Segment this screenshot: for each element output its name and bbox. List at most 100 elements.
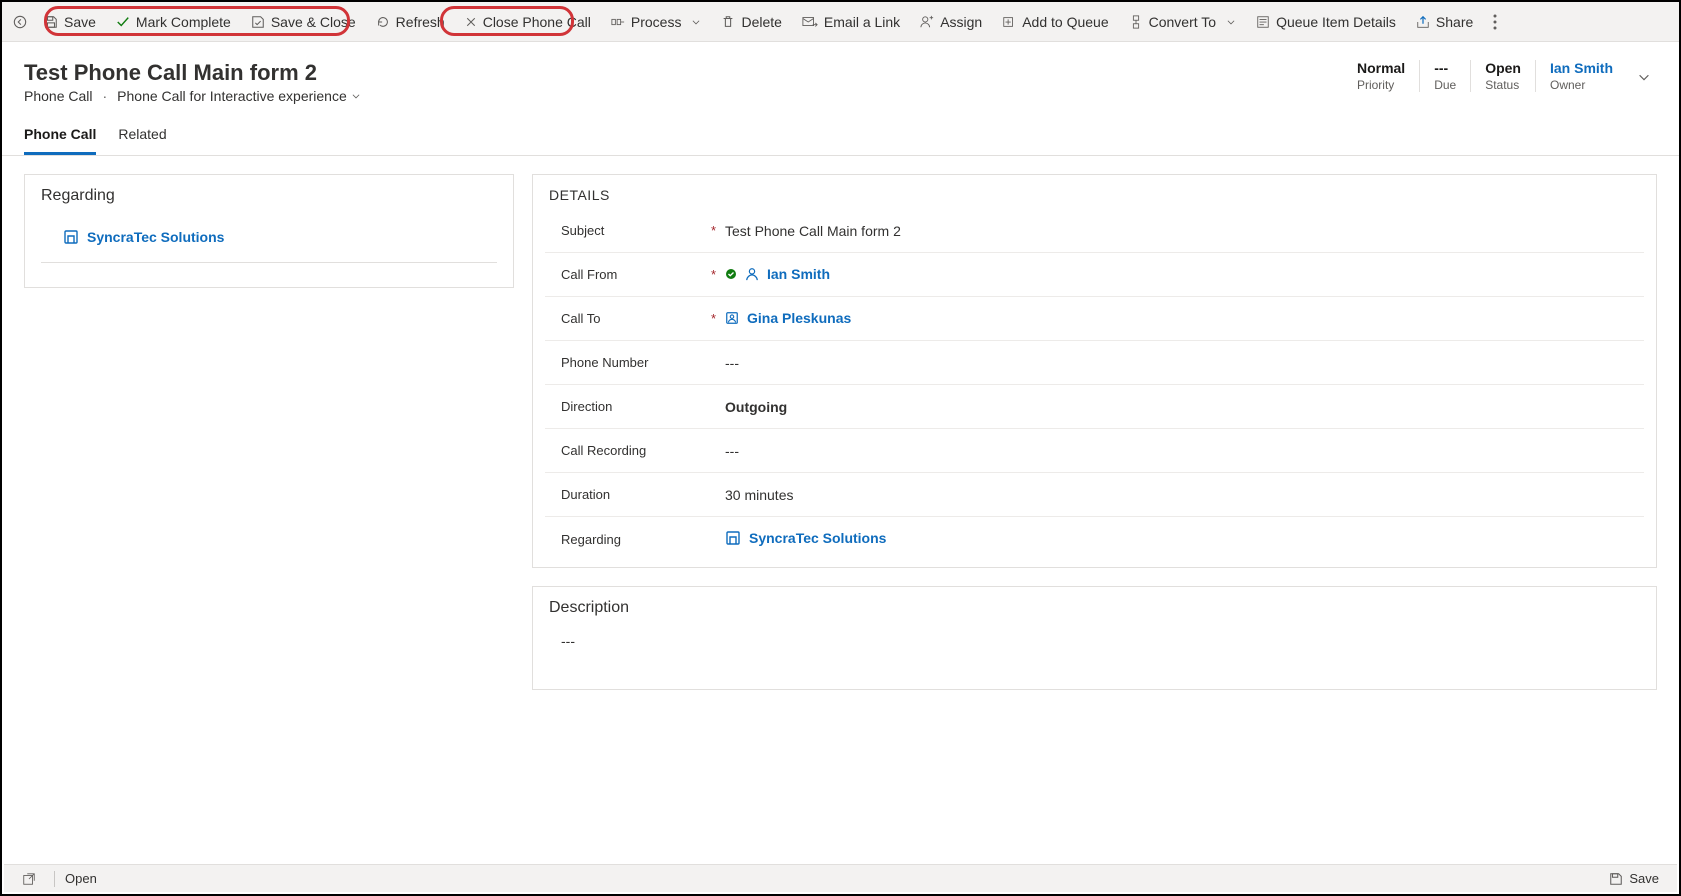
delete-label: Delete xyxy=(741,14,781,30)
summary-due-value: --- xyxy=(1434,60,1456,76)
tab-phone-call[interactable]: Phone Call xyxy=(24,118,96,155)
label-subject: Subject xyxy=(561,223,711,238)
chevron-down-icon xyxy=(1637,70,1651,84)
summary-priority-value: Normal xyxy=(1357,60,1405,76)
process-icon xyxy=(611,15,625,29)
queue-details-label: Queue Item Details xyxy=(1276,14,1396,30)
label-direction: Direction xyxy=(561,399,711,414)
share-icon xyxy=(1416,15,1430,29)
save-close-icon xyxy=(251,15,265,29)
summary-priority[interactable]: Normal Priority xyxy=(1343,60,1419,92)
label-phone-number: Phone Number xyxy=(561,355,711,370)
summary-priority-label: Priority xyxy=(1357,78,1405,92)
regarding-link-text: SyncraTec Solutions xyxy=(87,229,224,245)
call-from-link[interactable]: Ian Smith xyxy=(725,266,830,282)
header-expand-button[interactable] xyxy=(1627,60,1655,84)
add-to-queue-button[interactable]: Add to Queue xyxy=(992,6,1118,38)
row-direction[interactable]: Direction Outgoing xyxy=(545,385,1644,429)
regarding-title: Regarding xyxy=(25,175,513,211)
popout-button[interactable] xyxy=(14,872,44,886)
divider xyxy=(54,871,55,887)
assign-button[interactable]: Assign xyxy=(910,6,992,38)
regarding-card: Regarding SyncraTec Solutions xyxy=(24,174,514,288)
required-call-from: * xyxy=(711,267,725,282)
header-summary: Normal Priority --- Due Open Status Ian … xyxy=(1343,60,1627,92)
value-duration: 30 minutes xyxy=(725,487,1628,503)
form-selector[interactable]: Phone Call for Interactive experience xyxy=(117,88,361,104)
share-button[interactable]: Share xyxy=(1406,6,1483,38)
row-duration[interactable]: Duration 30 minutes xyxy=(545,473,1644,517)
label-call-recording: Call Recording xyxy=(561,443,711,458)
summary-owner-value: Ian Smith xyxy=(1550,60,1613,76)
value-call-recording: --- xyxy=(725,443,1628,459)
details-card: DETAILS Subject * Test Phone Call Main f… xyxy=(532,174,1657,568)
presence-available-icon xyxy=(725,268,737,280)
label-call-to: Call To xyxy=(561,311,711,326)
status-bar: Open Save xyxy=(4,864,1677,892)
person-icon xyxy=(745,267,759,281)
queue-item-details-button[interactable]: Queue Item Details xyxy=(1246,6,1406,38)
mark-complete-button[interactable]: Mark Complete xyxy=(106,6,241,38)
refresh-button[interactable]: Refresh xyxy=(366,6,455,38)
save-icon xyxy=(44,15,58,29)
summary-due[interactable]: --- Due xyxy=(1419,60,1470,92)
check-icon xyxy=(116,15,130,29)
command-bar: Save Mark Complete Save & Close Refresh … xyxy=(2,2,1679,42)
close-phone-call-button[interactable]: Close Phone Call xyxy=(455,6,601,38)
footer-save-label: Save xyxy=(1629,871,1659,886)
email-link-button[interactable]: Email a Link xyxy=(792,6,910,38)
share-label: Share xyxy=(1436,14,1473,30)
process-button[interactable]: Process xyxy=(601,6,712,38)
close-phone-call-label: Close Phone Call xyxy=(483,14,591,30)
value-direction: Outgoing xyxy=(725,399,787,415)
separator-dot: · xyxy=(103,88,108,104)
footer-save-button[interactable]: Save xyxy=(1601,871,1667,886)
row-subject[interactable]: Subject * Test Phone Call Main form 2 xyxy=(545,209,1644,253)
value-subject: Test Phone Call Main form 2 xyxy=(725,223,1628,239)
label-duration: Duration xyxy=(561,487,711,502)
process-label: Process xyxy=(631,14,682,30)
summary-status[interactable]: Open Status xyxy=(1470,60,1535,92)
summary-status-label: Status xyxy=(1485,78,1521,92)
chevron-down-icon xyxy=(351,91,361,101)
form-name: Phone Call for Interactive experience xyxy=(117,88,347,104)
add-queue-label: Add to Queue xyxy=(1022,14,1108,30)
chevron-down-icon xyxy=(691,17,701,27)
required-subject: * xyxy=(711,223,725,238)
row-call-recording[interactable]: Call Recording --- xyxy=(545,429,1644,473)
account-icon xyxy=(63,229,79,245)
description-value[interactable]: --- xyxy=(533,623,1656,689)
regarding-link[interactable]: SyncraTec Solutions xyxy=(63,229,224,245)
label-call-from: Call From xyxy=(561,267,711,282)
call-to-link[interactable]: Gina Pleskunas xyxy=(725,310,851,326)
row-call-from[interactable]: Call From * Ian Smith xyxy=(545,253,1644,297)
call-from-text: Ian Smith xyxy=(767,266,830,282)
save-close-label: Save & Close xyxy=(271,14,356,30)
row-call-to[interactable]: Call To * Gina Pleskunas xyxy=(545,297,1644,341)
more-commands-button[interactable] xyxy=(1483,14,1507,30)
chevron-down-icon xyxy=(1226,17,1236,27)
email-link-label: Email a Link xyxy=(824,14,900,30)
required-call-to: * xyxy=(711,311,725,326)
record-header: Test Phone Call Main form 2 Phone Call ·… xyxy=(2,42,1679,112)
convert-to-button[interactable]: Convert To xyxy=(1119,6,1246,38)
refresh-label: Refresh xyxy=(396,14,445,30)
regarding-detail-link[interactable]: SyncraTec Solutions xyxy=(725,530,886,546)
save-close-button[interactable]: Save & Close xyxy=(241,6,366,38)
email-link-icon xyxy=(802,15,818,29)
delete-icon xyxy=(721,15,735,29)
assign-icon xyxy=(920,15,934,29)
popout-icon xyxy=(22,872,36,886)
value-phone-number: --- xyxy=(725,355,1628,371)
convert-icon xyxy=(1129,15,1143,29)
delete-button[interactable]: Delete xyxy=(711,6,791,38)
back-button[interactable] xyxy=(10,12,30,32)
row-phone-number[interactable]: Phone Number --- xyxy=(545,341,1644,385)
tab-related[interactable]: Related xyxy=(118,118,166,155)
summary-owner[interactable]: Ian Smith Owner xyxy=(1535,60,1627,92)
save-button[interactable]: Save xyxy=(34,6,106,38)
summary-status-value: Open xyxy=(1485,60,1521,76)
assign-label: Assign xyxy=(940,14,982,30)
row-regarding[interactable]: Regarding SyncraTec Solutions xyxy=(545,517,1644,561)
form-body: Regarding SyncraTec Solutions DETAILS Su… xyxy=(2,156,1679,856)
